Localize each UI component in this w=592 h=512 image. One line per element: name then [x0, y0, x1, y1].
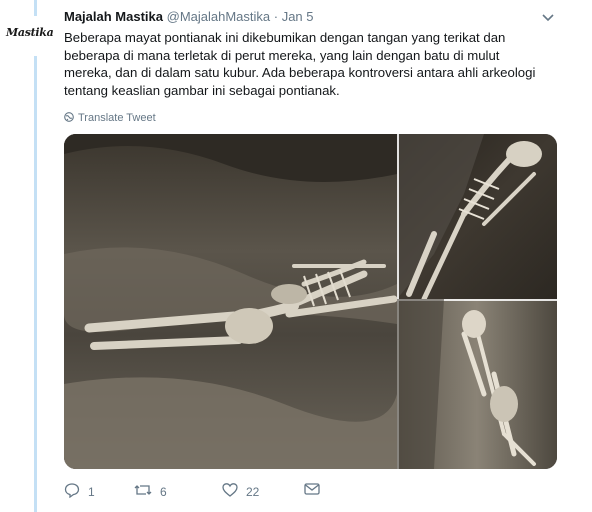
skeleton-photo: [64, 134, 557, 469]
reply-icon: [64, 482, 80, 501]
tweet-media-image[interactable]: [64, 134, 557, 469]
chevron-down-icon[interactable]: [541, 11, 555, 23]
tweet-date[interactable]: Jan 5: [282, 9, 314, 24]
avatar[interactable]: Mastika: [6, 26, 56, 42]
reply-button[interactable]: 1: [64, 482, 95, 501]
tweet-text: Beberapa mayat pontianak ini dikebumikan…: [64, 30, 536, 98]
like-button[interactable]: 22: [222, 482, 259, 501]
avatar-logo-text: Mastika: [6, 26, 54, 39]
retweet-count: 6: [160, 484, 167, 499]
tweet-header: Majalah Mastika @MajalahMastika · Jan 5: [64, 9, 544, 27]
thread-line-top: [34, 0, 37, 16]
meta-separator: ·: [270, 9, 282, 24]
tweet-actions: 1 6 22: [64, 482, 384, 502]
retweet-icon: [134, 482, 152, 501]
translate-tweet-link[interactable]: Translate Tweet: [64, 111, 156, 125]
translate-label: Translate Tweet: [78, 112, 156, 124]
direct-message-button[interactable]: [304, 482, 320, 499]
author-handle[interactable]: @MajalahMastika: [167, 9, 271, 24]
heart-icon: [222, 482, 238, 501]
like-count: 22: [246, 484, 260, 499]
retweet-button[interactable]: 6: [134, 482, 167, 501]
globe-icon: [64, 111, 74, 125]
mail-icon: [304, 482, 320, 499]
author-name[interactable]: Majalah Mastika: [64, 9, 163, 24]
thread-line: [34, 56, 37, 512]
reply-count: 1: [88, 484, 95, 499]
